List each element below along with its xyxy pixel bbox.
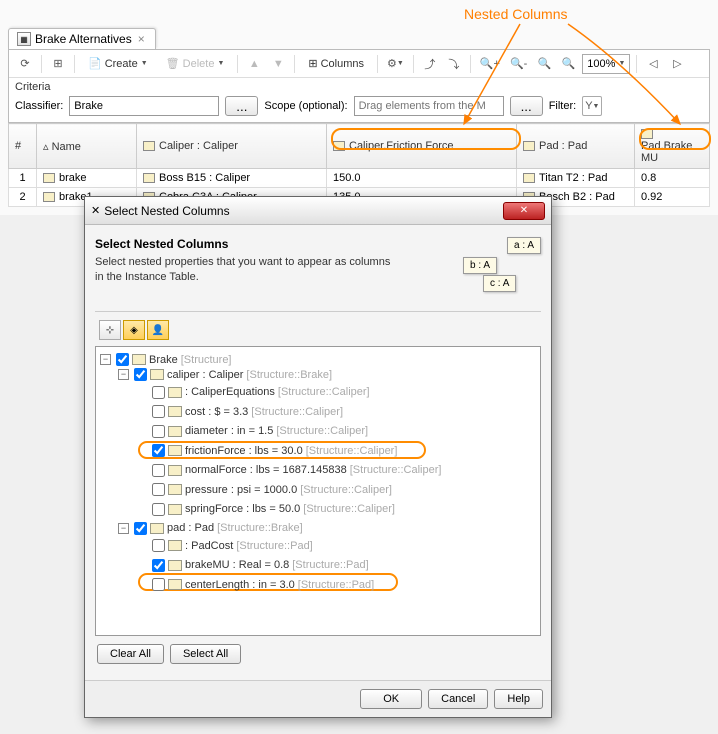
col-pad[interactable]: Pad : Pad: [517, 124, 635, 169]
tree-node-brake[interactable]: −Brake [Structure]: [100, 353, 232, 366]
criteria-section-label: Criteria: [9, 78, 709, 93]
checkbox: [152, 464, 165, 477]
export-button[interactable]: ⤴: [420, 54, 440, 74]
options-button[interactable]: ⚙▼: [384, 54, 407, 74]
checkbox: [152, 559, 165, 572]
col-num[interactable]: #: [9, 124, 37, 169]
checkbox: [152, 405, 165, 418]
select-nested-columns-dialog: ✕ Select Nested Columns ✕ Select Nested …: [84, 196, 552, 718]
close-icon[interactable]: ×: [136, 32, 147, 46]
tree-node-pressure[interactable]: pressure : psi = 1000.0 [Structure::Cali…: [136, 483, 392, 496]
col-friction-force[interactable]: Caliper.Friction Force: [327, 124, 517, 169]
tree-node-padcost[interactable]: : PadCost [Structure::Pad]: [136, 539, 313, 552]
tree-node-spring-force[interactable]: springForce : lbs = 50.0 [Structure::Cal…: [136, 503, 395, 516]
tree-container[interactable]: −Brake [Structure] −caliper : Caliper [S…: [95, 346, 541, 636]
collapse-icon: −: [100, 354, 111, 365]
tab-brake-alternatives[interactable]: ▦ Brake Alternatives ×: [8, 28, 156, 49]
dialog-heading: Select Nested Columns: [95, 237, 395, 251]
filter-label: Filter:: [549, 100, 577, 112]
zoom-level[interactable]: 100% ▼: [582, 54, 630, 74]
tab-title: Brake Alternatives: [35, 32, 132, 46]
table-row[interactable]: 1 brake Boss B15 : Caliper 150.0 Titan T…: [9, 169, 710, 188]
scope-label: Scope (optional):: [264, 100, 347, 112]
checkbox: [134, 368, 147, 381]
cancel-button[interactable]: Cancel: [428, 689, 488, 709]
zoom-fit-button[interactable]: 🔍: [534, 54, 554, 74]
down-button[interactable]: ▼: [268, 54, 288, 74]
scope-input[interactable]: [354, 96, 504, 116]
checkbox: [134, 522, 147, 535]
main-toolbar: ⟳ ⊞ 📄 Create ▼ 🗑 Delete ▼ ▲ ▼ ⊞ Columns …: [9, 50, 709, 78]
delete-button[interactable]: 🗑 Delete ▼: [159, 54, 232, 74]
checkbox: [152, 444, 165, 457]
classifier-browse-button[interactable]: ...: [225, 96, 258, 116]
nav-next-button[interactable]: ▷: [667, 54, 687, 74]
criteria-row: Classifier: ... Scope (optional): ... Fi…: [9, 93, 709, 122]
import-button[interactable]: ⤵: [444, 54, 464, 74]
zoom-in-button[interactable]: 🔍+: [477, 54, 503, 74]
clear-all-button[interactable]: Clear All: [97, 644, 164, 664]
classifier-input[interactable]: [69, 96, 219, 116]
tree-node-caliper-equations[interactable]: : CaliperEquations [Structure::Caliper]: [136, 386, 370, 399]
zoom-out-button[interactable]: 🔍-: [507, 54, 530, 74]
tree-node-cost[interactable]: cost : $ = 3.3 [Structure::Caliper]: [136, 405, 343, 418]
select-all-button[interactable]: Select All: [170, 644, 241, 664]
collapse-icon: −: [118, 523, 129, 534]
collapse-icon: −: [118, 369, 129, 380]
nested-illustration: a : A b : A c : A: [461, 237, 541, 297]
tree-node-pad[interactable]: −pad : Pad [Structure::Brake]: [118, 522, 303, 535]
col-caliper[interactable]: Caliper : Caliper: [137, 124, 327, 169]
columns-button[interactable]: ⊞ Columns: [301, 54, 371, 74]
mode-expand-button[interactable]: ⊹: [99, 320, 121, 340]
tree-node-friction-force[interactable]: frictionForce : lbs = 30.0 [Structure::C…: [136, 444, 397, 457]
annotation-label: Nested Columns: [464, 6, 568, 22]
checkbox: [152, 386, 165, 399]
checkbox: [152, 425, 165, 438]
checkbox: [152, 578, 165, 591]
refresh-button[interactable]: ⟳: [15, 54, 35, 74]
mode-tree-button[interactable]: ◈: [123, 320, 145, 340]
instance-table: # ▵ Name Caliper : Caliper Caliper.Frict…: [8, 123, 710, 207]
tree-node-diameter[interactable]: diameter : in = 1.5 [Structure::Caliper]: [136, 425, 368, 438]
ok-button[interactable]: OK: [360, 689, 422, 709]
dialog-close-button[interactable]: ✕: [503, 202, 545, 220]
create-button[interactable]: 📄 Create ▼: [81, 54, 155, 74]
grid-icon: ▦: [17, 32, 31, 46]
filter-button[interactable]: Y▼: [582, 96, 602, 116]
expand-button[interactable]: ⊞: [48, 54, 68, 74]
col-name[interactable]: ▵ Name: [37, 124, 137, 169]
mode-lock-button[interactable]: 👤: [147, 320, 169, 340]
nav-prev-button[interactable]: ◁: [643, 54, 663, 74]
app-icon: ✕: [91, 204, 100, 217]
col-brake-mu[interactable]: Pad.Brake MU: [635, 124, 710, 169]
help-button[interactable]: Help: [494, 689, 543, 709]
checkbox: [152, 503, 165, 516]
scope-browse-button[interactable]: ...: [510, 96, 543, 116]
zoom-reset-button[interactable]: 🔍: [558, 54, 578, 74]
checkbox: [152, 539, 165, 552]
tree-node-caliper[interactable]: −caliper : Caliper [Structure::Brake]: [118, 368, 332, 381]
tree-node-normal-force[interactable]: normalForce : lbs = 1687.145838 [Structu…: [136, 464, 441, 477]
dialog-titlebar[interactable]: ✕ Select Nested Columns ✕: [85, 197, 551, 225]
checkbox: [116, 353, 129, 366]
tree-node-centerlength[interactable]: centerLength : in = 3.0 [Structure::Pad]: [136, 578, 374, 591]
classifier-label: Classifier:: [15, 100, 63, 112]
tree-node-brakemu[interactable]: brakeMU : Real = 0.8 [Structure::Pad]: [136, 559, 369, 572]
dialog-title: Select Nested Columns: [100, 204, 503, 218]
up-button[interactable]: ▲: [244, 54, 264, 74]
dialog-subtitle: Select nested properties that you want t…: [95, 255, 395, 286]
checkbox: [152, 483, 165, 496]
